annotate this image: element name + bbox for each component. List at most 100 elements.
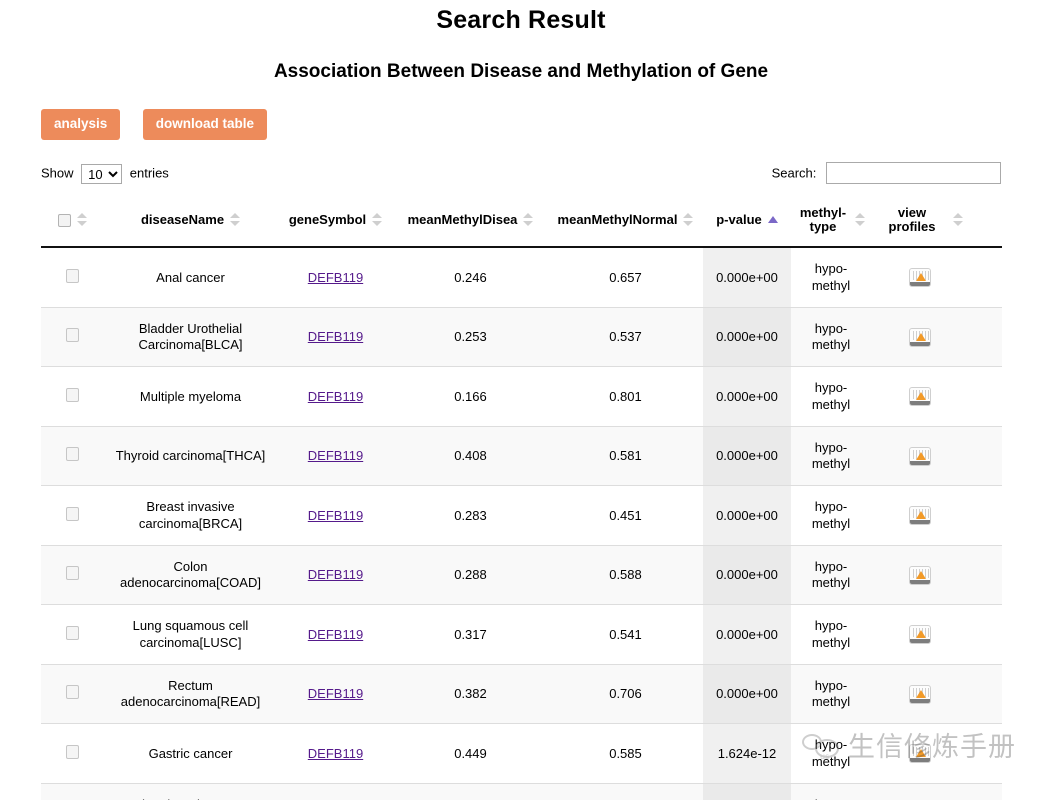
- row-checkbox[interactable]: [65, 566, 79, 580]
- results-table: diseaseName geneSymbol meanMethylDisea m…: [41, 196, 1002, 800]
- search-input[interactable]: [826, 161, 1001, 184]
- cell-pvalue: 0.000e+00: [703, 604, 791, 665]
- row-select-cell[interactable]: [41, 307, 103, 368]
- row-checkbox[interactable]: [65, 685, 79, 699]
- cell-methyltype: hypo-methyl: [791, 485, 871, 546]
- cell-meanmethyldisea: 0.382: [393, 664, 548, 725]
- cell-viewprofiles[interactable]: [871, 485, 969, 546]
- column-header-pvalue[interactable]: p-value: [703, 196, 791, 249]
- column-header-methyltype[interactable]: methyl-type: [791, 196, 871, 249]
- cell-cutoff: [969, 366, 1002, 427]
- cell-pvalue: 0.000e+00: [703, 485, 791, 546]
- cell-genesymbol: DEFB119: [278, 307, 393, 368]
- methyltype-sort-wrap: methyl-type: [797, 205, 865, 236]
- cell-diseasename: Thyroid carcinoma[THCA]: [103, 426, 278, 487]
- row-select-cell[interactable]: [41, 545, 103, 606]
- profile-chart-icon[interactable]: [909, 506, 931, 526]
- row-select-cell[interactable]: [41, 783, 103, 800]
- cell-diseasename: Anal cancer: [103, 247, 278, 308]
- profile-chart-icon[interactable]: [909, 744, 931, 764]
- meanmethyldisea-sort-wrap: meanMethylDisea: [408, 212, 534, 228]
- cell-meanmethylnormal: 0.594: [548, 783, 703, 800]
- gene-symbol-link[interactable]: DEFB119: [308, 329, 363, 344]
- row-checkbox[interactable]: [65, 268, 79, 283]
- cell-viewprofiles[interactable]: [871, 247, 969, 308]
- cell-viewprofiles[interactable]: [871, 545, 969, 606]
- gene-symbol-link[interactable]: DEFB119: [308, 746, 363, 761]
- column-header-diseasename[interactable]: diseaseName: [103, 196, 278, 249]
- column-label-pvalue: p-value: [716, 211, 762, 227]
- table-row: Gastric cancer DEFB119 0.449 0.585 1.624e-12…: [41, 723, 1002, 784]
- column-header-select[interactable]: [41, 196, 103, 249]
- cell-viewprofiles[interactable]: [871, 783, 969, 800]
- table-header-row: diseaseName geneSymbol meanMethylDisea m…: [41, 196, 1002, 249]
- gene-symbol-link[interactable]: DEFB119: [308, 627, 363, 642]
- column-header-meanmethylnormal[interactable]: meanMethylNormal: [548, 196, 703, 249]
- gene-symbol-link[interactable]: DEFB119: [308, 686, 363, 701]
- sort-ascending-icon[interactable]: [767, 216, 778, 224]
- analysis-button[interactable]: analysis: [41, 109, 121, 140]
- cell-viewprofiles[interactable]: [871, 723, 969, 784]
- column-header-cutoff[interactable]: e: [969, 196, 1002, 249]
- row-checkbox[interactable]: [65, 447, 79, 461]
- sort-arrows-icon[interactable]: [953, 213, 963, 227]
- row-select-cell[interactable]: [41, 664, 103, 725]
- select-all-checkbox[interactable]: [57, 214, 71, 228]
- profile-chart-icon[interactable]: [909, 387, 931, 407]
- cell-methyltype: hypo-methyl: [791, 247, 871, 308]
- row-checkbox[interactable]: [65, 328, 79, 342]
- column-header-meanmethyldisea[interactable]: meanMethylDisea: [393, 196, 548, 249]
- row-select-cell[interactable]: [41, 426, 103, 487]
- profile-chart-icon[interactable]: [909, 625, 931, 645]
- row-select-cell[interactable]: [41, 485, 103, 546]
- cell-genesymbol: DEFB119: [278, 783, 393, 800]
- sort-arrows-icon[interactable]: [230, 213, 241, 227]
- search-label: Search:: [771, 165, 817, 180]
- sort-arrows-icon[interactable]: [372, 213, 383, 227]
- cell-viewprofiles[interactable]: [871, 664, 969, 725]
- sort-arrows-icon[interactable]: [523, 213, 534, 227]
- cell-methyltype: hypo-methyl: [791, 307, 871, 368]
- cell-cutoff: [969, 426, 1002, 487]
- row-select-cell[interactable]: [41, 366, 103, 427]
- gene-symbol-link[interactable]: DEFB119: [308, 389, 363, 404]
- table-row: Multiple myeloma DEFB119 0.166 0.801 0.000e+…: [41, 366, 1002, 427]
- profile-chart-icon[interactable]: [909, 565, 931, 585]
- page-title: Search Result: [436, 6, 606, 34]
- cell-viewprofiles[interactable]: [871, 604, 969, 665]
- gene-symbol-link[interactable]: DEFB119: [308, 448, 363, 463]
- table-row: Lung squamous cell carcinoma[LUSC] DEFB11…: [41, 604, 1002, 665]
- row-checkbox[interactable]: [65, 744, 79, 759]
- download-table-button[interactable]: download table: [142, 109, 268, 140]
- sort-arrows-icon[interactable]: [683, 213, 694, 227]
- column-header-viewprofiles[interactable]: view profiles: [871, 196, 969, 249]
- diseasename-sort-wrap: diseaseName: [141, 212, 241, 228]
- profile-chart-icon[interactable]: [909, 268, 931, 288]
- datatable-wrapper: Show 10 entries Search: diseaseName gene…: [41, 140, 1002, 800]
- profile-chart-icon[interactable]: [909, 327, 931, 347]
- cell-cutoff: [969, 307, 1002, 368]
- table-row: Colon adenocarcinoma[COAD] DEFB119 0.288 0.…: [41, 545, 1002, 606]
- profile-chart-icon[interactable]: [909, 446, 931, 466]
- gene-symbol-link[interactable]: DEFB119: [308, 270, 363, 285]
- datatable-controls: Show 10 entries Search:: [41, 161, 1001, 188]
- search-result-page: Search Result Association Between Diseas…: [0, 0, 1042, 800]
- sort-arrows-icon[interactable]: [855, 213, 865, 227]
- cell-viewprofiles[interactable]: [871, 366, 969, 427]
- row-select-cell[interactable]: [41, 723, 103, 784]
- column-header-genesymbol[interactable]: geneSymbol: [278, 196, 393, 249]
- gene-symbol-link[interactable]: DEFB119: [308, 567, 363, 582]
- row-checkbox[interactable]: [65, 506, 79, 521]
- gene-symbol-link[interactable]: DEFB119: [308, 508, 363, 523]
- cell-viewprofiles[interactable]: [871, 426, 969, 487]
- row-select-cell[interactable]: [41, 604, 103, 665]
- sort-arrows-icon[interactable]: [76, 213, 87, 227]
- cell-viewprofiles[interactable]: [871, 307, 969, 368]
- profile-chart-icon[interactable]: [909, 684, 931, 704]
- page-length-select[interactable]: 10: [81, 163, 123, 184]
- cell-meanmethylnormal: 0.657: [548, 247, 703, 308]
- row-checkbox[interactable]: [65, 625, 79, 640]
- row-checkbox[interactable]: [65, 387, 79, 402]
- cell-diseasename: Lung squamous cell carcinoma[LUSC]: [103, 604, 278, 665]
- row-select-cell[interactable]: [41, 247, 103, 308]
